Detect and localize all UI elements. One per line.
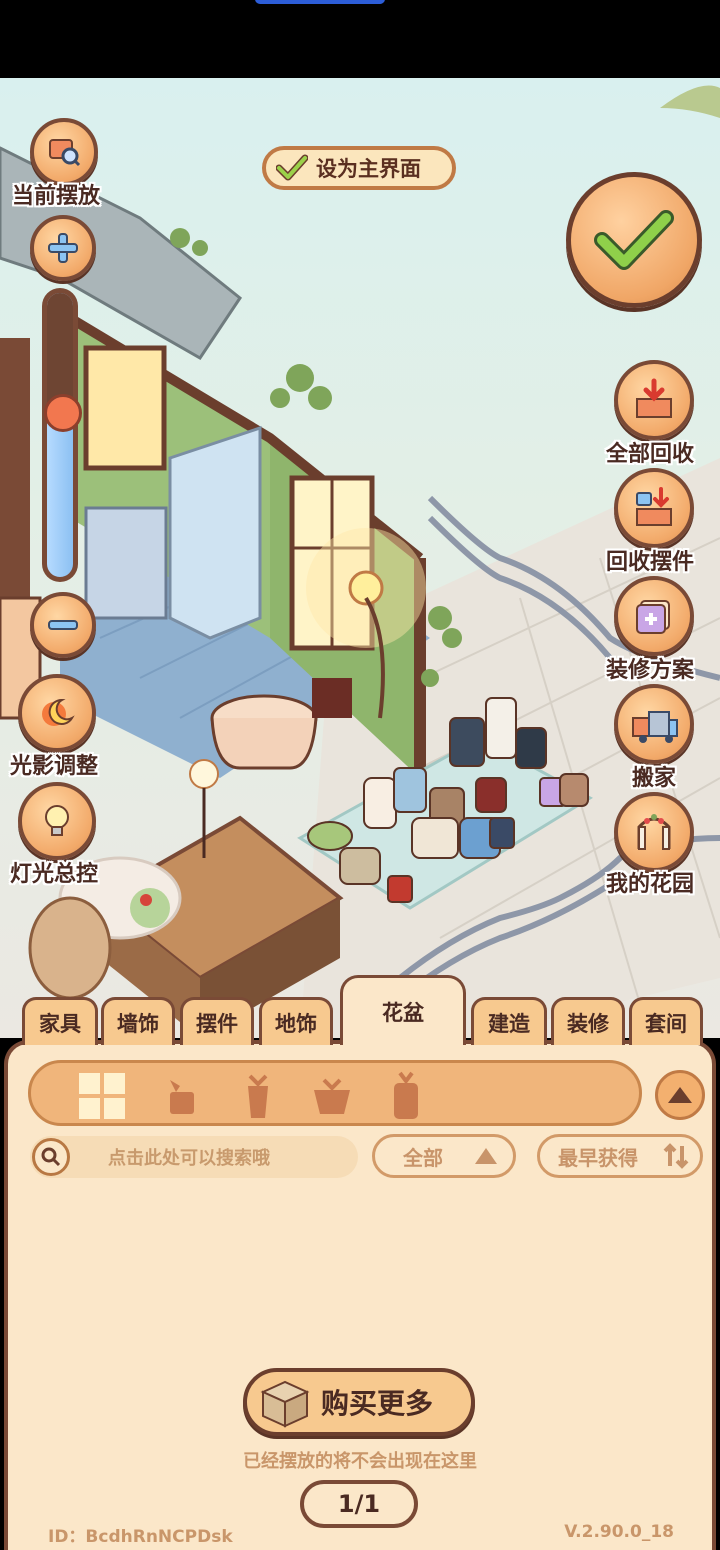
tab-flower-pots[interactable]: 花盆 <box>340 975 466 1045</box>
zoom-slider-handle[interactable] <box>44 394 82 432</box>
confirm-check-icon <box>594 210 674 270</box>
buy-more-label: 购买更多 <box>321 1387 434 1420</box>
dropdown-triangle-icon <box>475 1148 497 1164</box>
checkmark-icon <box>276 154 308 181</box>
search-bar[interactable]: 点击此处可以搜索哦 <box>30 1136 358 1178</box>
recall-items-label: 回收摆件 <box>606 550 695 575</box>
sort-arrows-icon <box>663 1143 689 1169</box>
placement-search-icon <box>49 139 81 167</box>
placed-items-hint: 已经摆放的将不会出现在这里 <box>243 1451 477 1472</box>
triangle-up-icon <box>668 1087 692 1103</box>
subcat-small-pot[interactable] <box>155 1071 209 1121</box>
garden-arch-icon <box>637 814 671 850</box>
subcat-wide-pot[interactable] <box>305 1071 359 1121</box>
recall-items-button[interactable] <box>614 468 694 548</box>
small-pot-icon <box>170 1080 194 1114</box>
version-label: V.2.90.0_18 <box>564 1522 674 1542</box>
page-indicator: 1/1 <box>300 1480 418 1528</box>
lightbulb-icon <box>45 805 69 836</box>
moving-truck-icon <box>632 711 678 743</box>
tab-build[interactable]: 建造 <box>471 997 547 1045</box>
light-shadow-button[interactable] <box>18 674 96 752</box>
set-as-home-label: 设为主界面 <box>316 157 421 181</box>
recall-item-icon <box>636 487 672 526</box>
category-tabs: 家具 墙饰 摆件 地饰 花盆 建造 装修 套间 <box>0 975 720 1045</box>
set-as-home-toggle[interactable]: 设为主界面 <box>262 146 456 190</box>
tab-ornaments[interactable]: 摆件 <box>180 997 254 1045</box>
subcategory-bar <box>28 1060 642 1126</box>
plus-icon <box>48 233 78 263</box>
sort-label: 最早获得 <box>558 1145 638 1170</box>
filter-dropdown[interactable]: 全部 <box>372 1134 516 1178</box>
search-icon[interactable] <box>32 1138 70 1176</box>
subcat-hanging-pot[interactable] <box>379 1071 433 1121</box>
recall-all-label: 全部回收 <box>606 442 695 467</box>
decor-plan-label: 装修方案 <box>606 658 695 683</box>
tab-suite[interactable]: 套间 <box>629 997 703 1045</box>
minus-icon <box>48 620 78 630</box>
light-shadow-label: 光影调整 <box>10 754 99 779</box>
light-master-label: 灯光总控 <box>10 862 99 887</box>
tab-renovation[interactable]: 装修 <box>551 997 625 1045</box>
filter-label: 全部 <box>403 1145 443 1170</box>
my-garden-label: 我的花园 <box>606 872 695 897</box>
status-bar <box>0 0 720 78</box>
tab-wall-decor[interactable]: 墙饰 <box>101 997 175 1045</box>
hanging-pot-icon <box>394 1071 418 1119</box>
cardboard-box-icon <box>260 1380 310 1428</box>
box-arrow-down-icon <box>636 378 672 418</box>
move-house-button[interactable] <box>614 684 694 764</box>
camera-notch <box>255 0 385 4</box>
search-placeholder: 点击此处可以搜索哦 <box>108 1148 270 1169</box>
decor-plan-button[interactable] <box>614 576 694 656</box>
move-house-label: 搬家 <box>632 766 677 791</box>
confirm-button[interactable] <box>566 172 702 308</box>
tab-furniture[interactable]: 家具 <box>22 997 98 1045</box>
zoom-out-button[interactable] <box>30 592 96 658</box>
buy-more-button[interactable]: 购买更多 <box>243 1368 475 1436</box>
subcat-tall-pot[interactable] <box>231 1071 285 1121</box>
zoom-slider-fill <box>47 293 73 407</box>
wide-pot-icon <box>314 1078 350 1114</box>
zoom-slider-track[interactable] <box>42 288 78 582</box>
subcat-all[interactable] <box>75 1071 129 1121</box>
current-placement-button[interactable] <box>30 118 98 186</box>
all-grid-icon <box>79 1073 125 1119</box>
zoom-in-button[interactable] <box>30 215 96 281</box>
current-placement-label: 当前摆放 <box>12 184 101 209</box>
light-master-button[interactable] <box>18 782 96 860</box>
plan-add-icon <box>636 600 670 634</box>
sort-dropdown[interactable]: 最早获得 <box>537 1134 703 1178</box>
tall-pot-icon <box>248 1074 268 1118</box>
tab-floor-decor[interactable]: 地饰 <box>259 997 333 1045</box>
collapse-subcategory-button[interactable] <box>655 1070 705 1120</box>
player-id: ID：BcdhRnNCPDsk <box>48 1527 233 1547</box>
my-garden-button[interactable] <box>614 792 694 872</box>
sun-moon-icon <box>42 698 75 726</box>
recall-all-button[interactable] <box>614 360 694 440</box>
